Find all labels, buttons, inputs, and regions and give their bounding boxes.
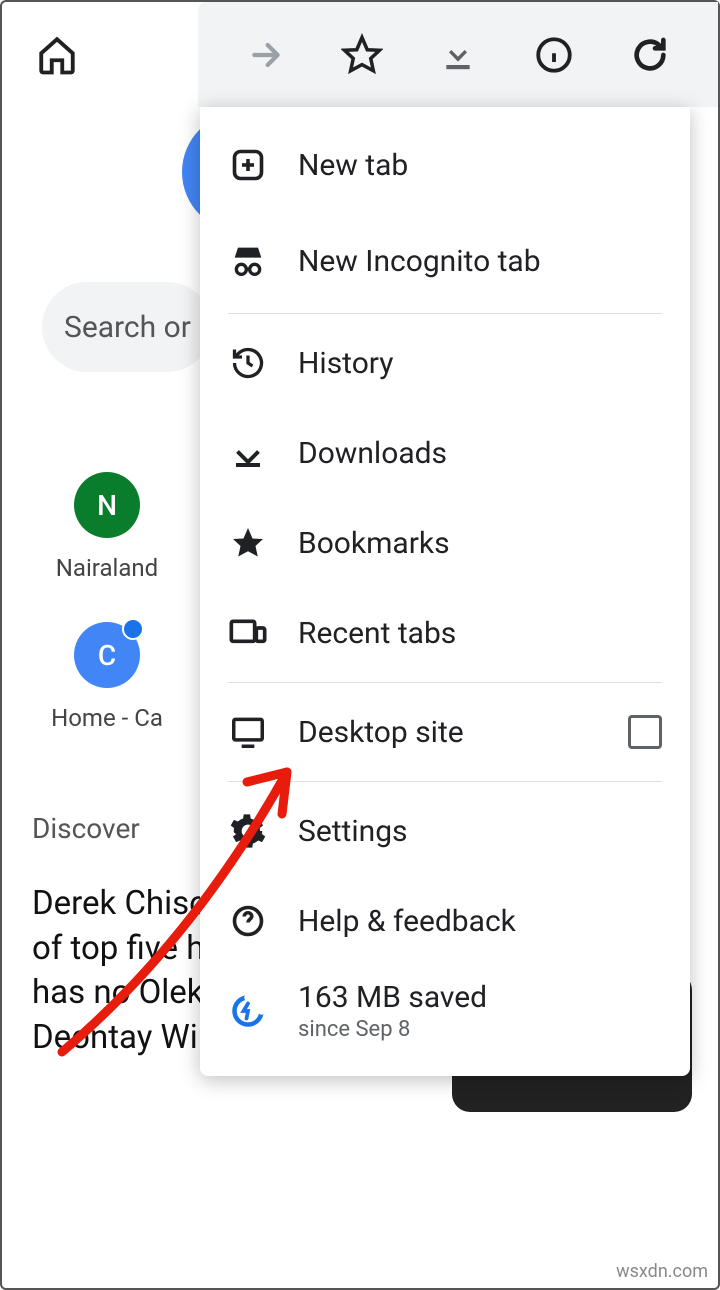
overflow-menu: New tab New Incognito tab History Downlo…: [200, 107, 690, 1076]
watermark: wsxdn.com: [616, 1261, 708, 1282]
desktop-site-checkbox[interactable]: [628, 715, 662, 749]
toolbar-actions: [198, 2, 718, 107]
menu-new-tab[interactable]: New tab: [200, 117, 690, 213]
menu-downloads[interactable]: Downloads: [200, 408, 690, 498]
menu-settings[interactable]: Settings: [200, 786, 690, 876]
forward-icon[interactable]: [245, 34, 287, 76]
star-icon[interactable]: [341, 34, 383, 76]
download-icon[interactable]: [437, 34, 479, 76]
downloads-icon: [228, 433, 268, 473]
desktop-icon: [228, 712, 268, 752]
gear-icon: [228, 811, 268, 851]
data-saved-since: since Sep 8: [298, 1017, 487, 1042]
divider: [228, 313, 662, 314]
search-input[interactable]: Search or: [42, 282, 212, 372]
home-button[interactable]: [32, 30, 82, 80]
menu-bookmarks[interactable]: Bookmarks: [200, 498, 690, 588]
toolbar: [2, 2, 718, 107]
reload-icon[interactable]: [629, 34, 671, 76]
menu-label: Bookmarks: [298, 526, 450, 561]
shortcut-nairaland[interactable]: N Nairaland: [2, 472, 212, 582]
menu-incognito[interactable]: New Incognito tab: [200, 213, 690, 309]
menu-recent-tabs[interactable]: Recent tabs: [200, 588, 690, 678]
shortcut-avatar: N: [74, 472, 140, 538]
menu-label: Desktop site: [298, 715, 464, 750]
shortcut-badge: [122, 618, 144, 640]
discover-heading: Discover: [32, 812, 140, 845]
search-placeholder: Search or: [64, 310, 191, 345]
data-saved-label: 163 MB saved: [298, 980, 487, 1015]
divider: [228, 781, 662, 782]
menu-label: Help & feedback: [298, 904, 516, 939]
shortcut-label: Nairaland: [56, 554, 158, 582]
menu-help[interactable]: Help & feedback: [200, 876, 690, 966]
history-icon: [228, 343, 268, 383]
menu-label: Downloads: [298, 436, 447, 471]
help-icon: [228, 901, 268, 941]
menu-label: New tab: [298, 148, 408, 183]
menu-history[interactable]: History: [200, 318, 690, 408]
shortcut-label: Home - Ca: [51, 704, 163, 732]
menu-label: Recent tabs: [298, 616, 456, 651]
new-tab-icon: [228, 145, 268, 185]
data-saver-icon: [228, 991, 268, 1031]
shortcut-home-ca[interactable]: C Home - Ca: [2, 622, 212, 732]
shortcuts: N Nairaland C Home - Ca: [2, 472, 212, 772]
menu-data-saved[interactable]: 163 MB saved since Sep 8: [200, 966, 690, 1056]
recent-tabs-icon: [228, 613, 268, 653]
shortcut-avatar: C: [74, 622, 140, 688]
menu-desktop-site[interactable]: Desktop site: [200, 687, 690, 777]
incognito-icon: [228, 241, 268, 281]
divider: [228, 682, 662, 683]
menu-label: History: [298, 346, 393, 381]
bookmarks-icon: [228, 523, 268, 563]
menu-label: Settings: [298, 814, 408, 849]
info-icon[interactable]: [533, 34, 575, 76]
menu-label: New Incognito tab: [298, 244, 541, 279]
